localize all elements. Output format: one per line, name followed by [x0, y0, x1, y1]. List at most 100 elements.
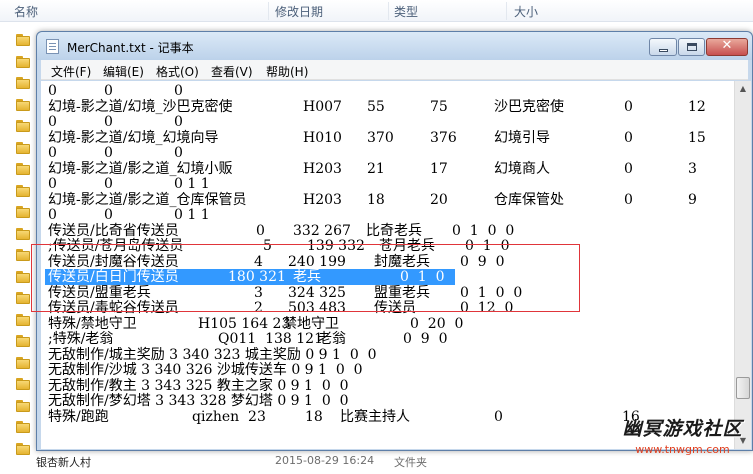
text-cell: 0: [624, 98, 633, 115]
text-cell: 0 1 1: [174, 176, 210, 192]
text-cell: 幻境商人: [494, 160, 550, 177]
text-cell: 180 321: [228, 269, 286, 285]
text-cell: 幻境-影之道/幻境_沙巴克密使: [48, 98, 233, 115]
folder-icon[interactable]: [16, 443, 30, 455]
folder-icon[interactable]: [16, 185, 30, 197]
text-cell: Q011 138 121: [218, 331, 323, 347]
folder-type: 文件夹: [394, 456, 427, 469]
text-cell: 55: [367, 98, 385, 115]
close-button[interactable]: ✕: [706, 38, 748, 56]
text-cell: qizhen 23: [192, 408, 266, 425]
text-cell: H007: [303, 98, 342, 115]
folder-icon[interactable]: [16, 142, 30, 154]
column-size[interactable]: 大小: [514, 3, 538, 20]
text-cell: 17: [430, 160, 448, 177]
text-cell: 0: [48, 114, 57, 130]
text-cell: 20: [430, 191, 448, 208]
text-cell: H010: [303, 129, 342, 146]
folder-icon[interactable]: [16, 228, 30, 240]
folder-icon[interactable]: [16, 378, 30, 390]
folder-icon[interactable]: [16, 206, 30, 218]
folder-icon[interactable]: [16, 292, 30, 304]
text-cell: 传送员/比奇省传送员: [48, 222, 179, 239]
text-cell: 0: [104, 83, 113, 99]
text-cell: 幻境引导: [494, 129, 550, 146]
text-cell: 21: [367, 160, 385, 177]
text-cell: 传送员/毒蛇谷传送员: [48, 300, 179, 316]
column-name[interactable]: 名称: [14, 3, 38, 20]
selected-text-line: 传送员/白日门传送员 180 321 老兵 0 1 0: [45, 269, 455, 285]
text-cell: 0: [624, 160, 633, 177]
text-cell: 幻境-影之道/影之道_仓库保管员: [48, 191, 247, 208]
text-cell: H105 164 23: [198, 315, 291, 332]
text-cell: 0 1 0 0: [452, 222, 515, 239]
text-cell: 240 199: [288, 253, 346, 270]
folder-icon[interactable]: [16, 357, 30, 369]
folder-icon[interactable]: [16, 314, 30, 326]
scrollbar-thumb[interactable]: [736, 377, 750, 399]
column-type[interactable]: 类型: [394, 3, 418, 20]
menu-format[interactable]: 格式(O): [156, 63, 199, 80]
text-cell: 无敌制作/沙城 3 340 326 沙城传送车 0 9 1 0 0: [48, 362, 363, 378]
text-cell: 沙巴克密使: [494, 98, 564, 115]
folder-icon[interactable]: [16, 335, 30, 347]
text-cell: 封魔老兵: [374, 253, 430, 270]
text-cell: 0 1 0: [400, 269, 445, 285]
folder-icon[interactable]: [16, 56, 30, 68]
folder-name[interactable]: 银杏新人村: [36, 454, 91, 470]
folder-icon[interactable]: [16, 99, 30, 111]
text-cell: 0: [104, 145, 113, 161]
explorer-column-header: 名称 修改日期 类型 大小: [0, 0, 753, 22]
folder-icon[interactable]: [16, 77, 30, 89]
site-watermark: 幽冥游戏社区 www.tnwgm.com: [612, 414, 753, 460]
text-cell: 2: [254, 300, 263, 316]
vertical-scrollbar[interactable]: ▲ ▼: [734, 81, 751, 449]
text-cell: ;传送员/苍月岛传送员: [48, 238, 184, 254]
menu-view[interactable]: 查看(V): [211, 63, 253, 80]
text-cell: H203: [303, 160, 342, 177]
text-cell: 139 332: [307, 238, 365, 254]
window-title: MerChant.txt - 记事本: [67, 41, 194, 55]
text-cell: 0: [256, 222, 265, 239]
watermark-url: www.tnwgm.com: [635, 443, 730, 456]
scroll-up-arrow-icon[interactable]: ▲: [735, 81, 751, 97]
text-cell: 0: [174, 83, 183, 99]
menu-edit[interactable]: 编辑(E): [103, 63, 144, 80]
text-cell: 特殊/禁地守卫: [48, 315, 137, 332]
column-modified-date[interactable]: 修改日期: [275, 3, 323, 20]
text-cell: 9: [688, 191, 697, 208]
text-cell: 503 483: [288, 300, 346, 316]
folder-icon[interactable]: [16, 163, 30, 175]
text-cell: 无敌制作/梦幻塔 3 343 328 梦幻塔 0 9 1 0 0: [48, 393, 349, 409]
menu-file[interactable]: 文件(F): [51, 63, 91, 80]
text-cell: 0: [48, 145, 57, 161]
text-cell: 老兵: [293, 269, 321, 285]
text-editor[interactable]: 0 0 0 幻境-影之道/幻境_沙巴克密使 H007 55 75 沙巴克密使 0 12 0 0 0 幻境-…: [41, 81, 734, 449]
folder-icon[interactable]: [16, 271, 30, 283]
text-cell: 0: [624, 191, 633, 208]
folder-icon[interactable]: [16, 34, 30, 46]
folder-icon[interactable]: [16, 421, 30, 433]
text-cell: 0 9 0: [460, 253, 505, 270]
folder-icon[interactable]: [16, 120, 30, 132]
text-cell: 15: [688, 129, 706, 146]
text-cell: 18: [305, 408, 323, 425]
folder-date: 2015-08-29 16:24: [275, 454, 375, 467]
text-cell: 5: [263, 238, 272, 254]
folder-icon[interactable]: [16, 249, 30, 261]
text-cell: 盟重老兵: [374, 284, 430, 301]
title-bar[interactable]: MerChant.txt - 记事本 ✕: [37, 32, 752, 60]
text-cell: 0: [174, 145, 183, 161]
notepad-icon[interactable]: [46, 39, 59, 54]
maximize-button[interactable]: [678, 38, 705, 56]
text-cell: 传送员: [374, 300, 416, 316]
text-cell: 75: [430, 98, 448, 115]
minimize-button[interactable]: [649, 38, 677, 56]
text-cell: 特殊/跑跑: [48, 408, 109, 425]
folder-icon[interactable]: [16, 400, 30, 412]
menu-help[interactable]: 帮助(H): [266, 63, 308, 80]
text-cell: 无敌制作/城主奖励 3 340 323 城主奖励 0 9 1 0 0: [48, 346, 377, 363]
text-cell: 传送员/盟重老兵: [48, 284, 151, 301]
close-icon: ✕: [721, 38, 733, 53]
text-cell: 0 1 1: [174, 207, 210, 223]
